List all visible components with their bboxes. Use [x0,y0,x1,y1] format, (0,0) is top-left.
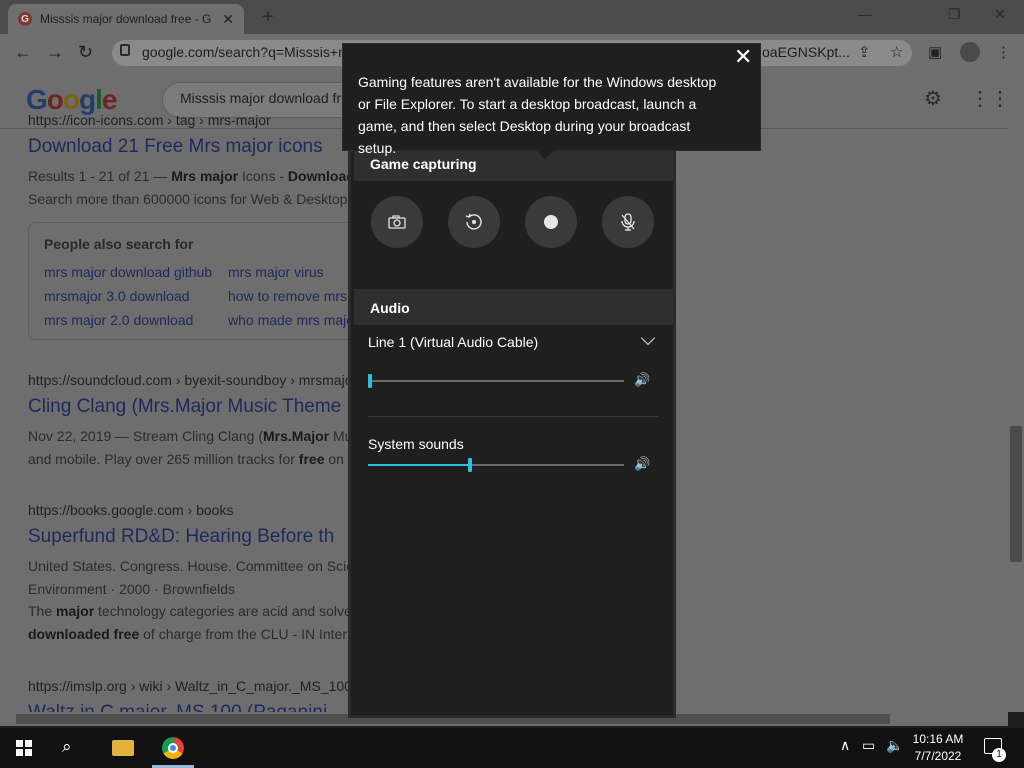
related-search-link[interactable]: how to remove mrs [228,288,347,304]
start-recording-button[interactable] [525,196,577,248]
system-sounds-label: System sounds [368,436,464,452]
related-search-link[interactable]: mrs major virus [228,264,324,280]
result-snippet: Search more than 600000 icons for Web & … [28,191,348,207]
mic-off-icon [621,213,635,231]
share-icon[interactable]: ⇪ [858,43,871,61]
close-icon[interactable]: ✕ [734,46,752,68]
tray-chevron-up-icon[interactable]: ∧ [840,737,850,754]
record-icon [544,215,558,229]
device-volume-slider[interactable] [368,374,624,388]
slider-fill [368,464,468,466]
related-search-link[interactable]: mrsmajor 3.0 download [44,288,190,304]
volume-icon[interactable]: 🔈 [886,737,903,754]
result-snippet: downloaded free of charge from the CLU -… [28,626,355,642]
system-volume-slider[interactable] [368,458,624,472]
search-icon[interactable]: ⌕ [62,737,72,757]
vertical-scroll-thumb[interactable] [1010,426,1022,562]
apps-grid-icon[interactable]: ⋮⋮ [970,86,1010,111]
browser-menu-icon[interactable]: ⋮ [996,43,1011,61]
audio-device-dropdown[interactable]: Line 1 (Virtual Audio Cable) [368,334,538,350]
taskbar-clock[interactable]: 10:16 AM 7/7/2022 [906,731,970,765]
tooltip-arrow [536,150,554,159]
result-title-link[interactable]: Waltz in C major, MS.100 (Paganini [28,702,327,712]
result-title-link[interactable]: Superfund RD&D: Hearing Before th [28,526,334,548]
bookmark-star-icon[interactable]: ☆ [890,43,903,61]
windows-start-icon[interactable] [16,740,32,756]
camera-icon [388,215,406,229]
chevron-down-icon[interactable] [640,330,656,346]
new-tab-button[interactable]: + [262,6,274,29]
result-cite: https://books.google.com › books [28,502,234,518]
result-snippet: Environment · 2000 · Brownfields [28,581,235,597]
slider-track [368,380,624,382]
tab-close-icon[interactable]: ✕ [222,11,234,28]
slider-thumb[interactable] [467,458,472,472]
network-icon[interactable]: ▭ [862,737,875,754]
lock-icon [120,44,130,56]
record-last-30s-button[interactable] [448,196,500,248]
audio-divider [368,416,658,417]
audio-section-header: Audio [354,289,673,325]
people-also-search-title: People also search for [44,236,194,252]
result-snippet: Results 1 - 21 of 21 — Mrs major Icons -… [28,168,355,184]
result-cite: https://soundcloud.com › byexit-soundboy… [28,372,353,388]
desktop-unavailable-tooltip: Gaming features aren't available for the… [342,43,761,156]
result-snippet: and mobile. Play over 265 million tracks… [28,451,358,467]
game-bar-capture-panel: Game capturing Audio Line 1 (Virtual Aud… [348,128,676,718]
result-snippet: The major technology categories are acid… [28,603,352,619]
reload-button[interactable]: ↻ [78,42,93,63]
side-panel-icon[interactable]: ▣ [928,43,942,61]
notification-badge: 1 [992,748,1006,762]
file-explorer-icon[interactable] [112,740,134,756]
speaker-icon[interactable]: 🔊 [634,456,650,472]
result-cite: https://imslp.org › wiki › Waltz_in_C_ma… [28,678,352,694]
minimize-button[interactable]: — [858,6,872,22]
clock-date: 7/7/2022 [914,749,962,763]
replay-icon [465,213,482,230]
restore-button[interactable]: ❐ [948,6,961,23]
result-snippet: Nov 22, 2019 — Stream Cling Clang (Mrs.M… [28,428,353,444]
related-search-link[interactable]: who made mrs majo [228,312,354,328]
result-cite: https://icon-icons.com › tag › mrs-major [28,112,271,128]
vertical-scrollbar[interactable] [1008,72,1024,712]
search-query[interactable]: Misssis major download fr [180,90,341,106]
result-title-link[interactable]: Download 21 Free Mrs major icons [28,136,323,158]
settings-gear-icon[interactable]: ⚙ [924,86,942,111]
google-favicon-icon: G [18,12,32,26]
profile-avatar[interactable] [960,42,980,62]
related-search-link[interactable]: mrs major 2.0 download [44,312,193,328]
screenshot-button[interactable] [371,196,423,248]
result-snippet: United States. Congress. House. Committe… [28,558,355,574]
browser-tab[interactable]: G Misssis major download free - G ✕ [8,4,244,34]
chrome-icon[interactable] [162,737,184,759]
slider-thumb[interactable] [368,374,372,388]
clock-time: 10:16 AM [912,732,964,746]
back-button[interactable]: ← [14,42,32,63]
address-url[interactable]: google.com/search?q=Misssis+m [142,44,350,60]
window-close-button[interactable]: ✕ [994,6,1006,23]
forward-button[interactable]: → [46,42,64,63]
result-title-link[interactable]: Cling Clang (Mrs.Major Music Theme [28,396,341,418]
related-search-link[interactable]: mrs major download github [44,264,212,280]
address-url-tail: oaEGNSKpt... [762,44,850,60]
mic-toggle-button[interactable] [602,196,654,248]
speaker-icon[interactable]: 🔊 [634,372,650,388]
tab-title: Misssis major download free - G [40,12,212,26]
